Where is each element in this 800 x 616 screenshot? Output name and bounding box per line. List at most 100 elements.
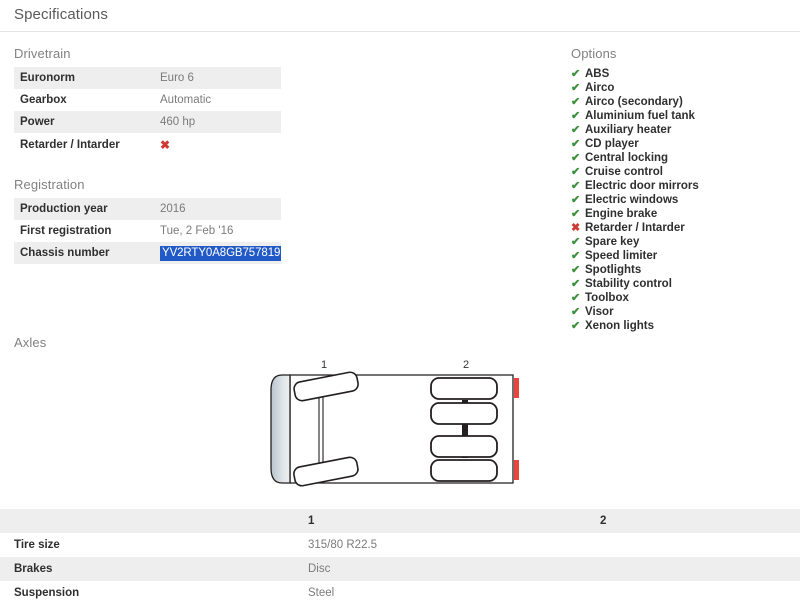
list-item: ✔ Engine brake [571,207,800,221]
check-icon: ✔ [571,292,581,304]
table-row: Euronorm Euro 6 [14,67,281,89]
axle-2-tire-bottom-inner [430,435,498,458]
row-value-axle-2 [586,581,800,605]
page-title: Specifications [14,6,108,23]
check-icon: ✔ [571,208,581,220]
right-column: Options ✔ ABS ✔ Airco ✔ Airco (secondary) ✔… [560,46,800,333]
column-header-blank [0,509,294,533]
axle-1-shaft [318,391,324,467]
option-label: Spotlights [585,264,642,276]
drivetrain-table: Euronorm Euro 6 Gearbox Automatic Power … [14,67,281,157]
list-item: ✔ Xenon lights [571,319,800,333]
row-label: Retarder / Intarder [20,139,120,151]
table-row: Tire size 315/80 R22.5 [0,533,800,557]
option-label: Aluminium fuel tank [585,110,695,122]
row-value: Automatic [160,94,212,106]
list-item: ✔ Electric door mirrors [571,179,800,193]
check-icon: ✔ [571,306,581,318]
option-label: Speed limiter [585,250,658,262]
row-label: Production year [20,203,108,215]
specs-columns: Drivetrain Euronorm Euro 6 Gearbox Autom… [0,32,800,333]
axle-2-tire-top-outer [430,377,498,400]
cross-icon: ✖ [160,138,171,152]
option-label: Engine brake [585,208,658,220]
rear-marker-bottom-icon [514,460,519,480]
check-icon: ✔ [571,152,581,164]
list-item: ✔ CD player [571,137,800,151]
row-value: ✖ [154,133,281,157]
list-item: ✔ Spare key [571,235,800,249]
row-value[interactable]: YV2RTY0A8GB757819 [154,242,282,264]
axles-heading: Axles [14,335,47,350]
axle-2-tire-top-inner [430,402,498,425]
table-row: Retarder / Intarder ✖ [14,133,281,157]
table-row: First registration Tue, 2 Feb '16 [14,220,281,242]
row-value-axle-1: Steel [308,587,335,599]
cross-icon: ✖ [571,222,581,234]
row-label: Suspension [14,587,80,599]
row-label: Gearbox [20,94,67,106]
axles-section: Axles [0,335,800,350]
check-icon: ✔ [571,236,581,248]
check-icon: ✔ [571,320,581,332]
list-item: ✔ Speed limiter [571,249,800,263]
row-label: First registration [20,225,112,237]
left-column: Drivetrain Euronorm Euro 6 Gearbox Autom… [0,46,560,264]
options-heading: Options [571,46,617,61]
row-value: 460 hp [160,116,196,128]
list-item: ✔ Stability control [571,277,800,291]
list-item: ✔ Spotlights [571,263,800,277]
option-label: Auxiliary heater [585,124,672,136]
check-icon: ✔ [571,82,581,94]
option-label: Retarder / Intarder [585,222,685,234]
option-label: CD player [585,138,639,150]
drivetrain-table-body: Euronorm Euro 6 Gearbox Automatic Power … [14,67,281,157]
list-item: ✔ Airco (secondary) [571,95,800,109]
check-icon: ✔ [571,180,581,192]
axle-specs-table: 1 2 Tire size 315/80 R22.5 Brakes Disc S… [0,509,800,605]
list-item: ✔ Central locking [571,151,800,165]
list-item: ✔ Toolbox [571,291,800,305]
column-header-axle-2: 2 [600,515,607,527]
row-label: Power [20,116,55,128]
option-label: Spare key [585,236,640,248]
option-label: Airco [585,82,615,94]
row-value-axle-2 [586,557,800,581]
row-value: Euro 6 [160,72,194,84]
option-label: Visor [585,306,614,318]
check-icon: ✔ [571,166,581,178]
axle-table-head: 1 2 [0,509,800,533]
option-label: Airco (secondary) [585,96,683,108]
column-header-axle-1: 1 [308,515,315,527]
page-header: Specifications [0,0,800,32]
table-row: Suspension Steel [0,581,800,605]
drivetrain-heading: Drivetrain [14,46,71,61]
option-label: Cruise control [585,166,663,178]
list-item: ✔ Aluminium fuel tank [571,109,800,123]
table-row: Gearbox Automatic [14,89,281,111]
table-row: Power 460 hp [14,111,281,133]
registration-heading: Registration [14,177,85,192]
row-value-axle-1: Disc [308,563,331,575]
row-label: Brakes [14,563,53,575]
row-label: Tire size [14,539,60,551]
list-item: ✔ ABS [571,67,800,81]
specifications-content: Drivetrain Euronorm Euro 6 Gearbox Autom… [0,32,800,605]
table-row: Chassis number YV2RTY0A8GB757819 [14,242,282,264]
axle-2-tire-bottom-outer [430,459,498,482]
table-row: Brakes Disc [0,557,800,581]
row-value: 2016 [160,203,186,215]
check-icon: ✔ [571,124,581,136]
option-label: Electric windows [585,194,679,206]
option-label: Xenon lights [585,320,654,332]
chassis-number-selected-text[interactable]: YV2RTY0A8GB757819 [160,246,282,261]
check-icon: ✔ [571,278,581,290]
check-icon: ✔ [571,96,581,108]
list-item: ✔ Visor [571,305,800,319]
list-item: ✔ Cruise control [571,165,800,179]
option-label: Toolbox [585,292,629,304]
list-item: ✔ Airco [571,81,800,95]
row-label: Chassis number [20,247,110,259]
axle-label-1: 1 [321,359,327,371]
row-label: Euronorm [20,72,75,84]
